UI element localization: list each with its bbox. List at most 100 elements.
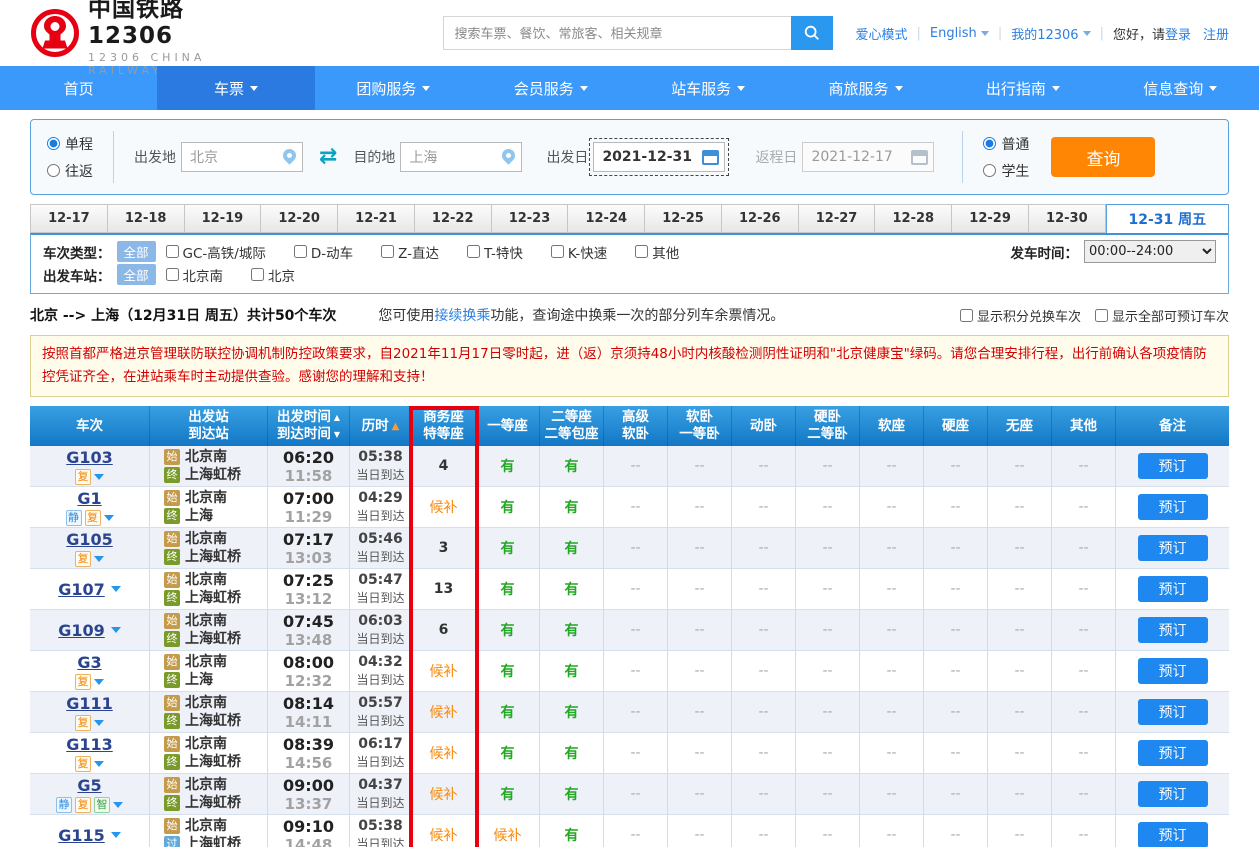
expand-caret-icon[interactable] [94,556,104,562]
train-row-G115: G115始北京南过上海虹桥09:1014:4805:38当日到达候补候补有---… [30,815,1229,847]
show-all-bookable-checkbox[interactable]: 显示全部可预订车次 [1095,306,1229,325]
book-button[interactable]: 预订 [1138,494,1208,520]
train-code-link[interactable]: G5 [77,776,101,795]
train-code-link[interactable]: G109 [58,621,105,640]
train-code-link[interactable]: G107 [58,580,105,599]
depart-date-input[interactable]: 2021-12-31 [593,142,725,172]
date-tab-12-19[interactable]: 12-19 [185,204,262,233]
filter-checkbox-Z-直达[interactable]: Z-直达 [381,242,439,262]
station-name: 上海虹桥 [185,630,241,648]
nav-item-商旅服务[interactable]: 商旅服务 [787,66,944,110]
to-input[interactable]: 上海 [400,142,522,172]
book-button[interactable]: 预订 [1138,740,1208,766]
seat-availability-cell: -- [604,487,668,527]
nav-item-首页[interactable]: 首页 [0,66,157,110]
search-button[interactable] [791,16,833,50]
book-button[interactable]: 预订 [1138,699,1208,725]
from-input[interactable]: 北京 [181,142,303,172]
expand-caret-icon[interactable] [104,515,114,521]
arrival-day: 当日到达 [350,589,411,606]
nav-item-会员服务[interactable]: 会员服务 [472,66,629,110]
swap-stations-icon[interactable]: ⇄ [319,146,337,168]
date-tab-12-21[interactable]: 12-21 [338,204,415,233]
all-types-badge[interactable]: 全部 [117,241,156,262]
filter-checkbox-北京[interactable]: 北京 [251,265,295,285]
train-code-link[interactable]: G115 [58,826,105,845]
depart-time-select[interactable]: 00:00--24:00 [1084,240,1216,263]
nav-item-信息查询[interactable]: 信息查询 [1102,66,1259,110]
train-code-link[interactable]: G111 [66,694,113,713]
book-button[interactable]: 预订 [1138,617,1208,643]
column-header-动卧: 动卧 [732,406,796,446]
date-tab-12-30[interactable]: 12-30 [1029,204,1106,233]
filter-checkbox-K-快速[interactable]: K-快速 [551,242,607,262]
expand-caret-icon[interactable] [94,761,104,767]
date-tab-12-29[interactable]: 12-29 [952,204,1029,233]
filter-checkbox-其他[interactable]: 其他 [635,242,679,262]
filter-checkbox-GC-高铁/城际[interactable]: GC-高铁/城际 [166,242,266,262]
date-tab-12-24[interactable]: 12-24 [568,204,645,233]
expand-caret-icon[interactable] [94,679,104,685]
seat-availability-cell: -- [668,774,732,814]
date-tab-12-18[interactable]: 12-18 [108,204,185,233]
book-button[interactable]: 预订 [1138,658,1208,684]
seat-availability-cell: -- [924,774,988,814]
search-input[interactable] [443,16,791,50]
station-tag-始: 始 [164,449,180,465]
expand-caret-icon[interactable] [111,832,121,838]
return-date-field: 返程日 2021-12-17 [755,142,934,172]
nav-item-出行指南[interactable]: 出行指南 [944,66,1101,110]
show-points-checkbox[interactable]: 显示积分兑换车次 [960,306,1081,325]
date-tab-12-26[interactable]: 12-26 [722,204,799,233]
seat-availability-cell: -- [860,733,924,773]
train-code-link[interactable]: G105 [66,530,113,549]
filter-checkbox-D-动车[interactable]: D-动车 [294,242,353,262]
location-pin-icon [280,146,298,164]
book-button[interactable]: 预订 [1138,822,1208,847]
column-header-历时[interactable]: 历时▲ [350,406,412,446]
date-tab-12-25[interactable]: 12-25 [645,204,722,233]
nav-item-站车服务[interactable]: 站车服务 [630,66,787,110]
train-code-link[interactable]: G103 [66,448,113,467]
date-tab-12-17[interactable]: 12-17 [30,204,108,233]
train-code-link[interactable]: G1 [77,489,101,508]
filter-checkbox-北京南[interactable]: 北京南 [166,265,224,285]
radio-oneway[interactable]: 单程 [47,134,93,154]
expand-caret-icon[interactable] [94,720,104,726]
english-link[interactable]: English [930,26,977,41]
date-tab-12-27[interactable]: 12-27 [799,204,876,233]
train-code-link[interactable]: G113 [66,735,113,754]
column-header-出发时间[interactable]: 出发时间▲到达时间▼ [268,406,350,446]
all-stations-badge[interactable]: 全部 [117,264,156,285]
date-tab-active[interactable]: 12-31 周五 [1106,204,1229,233]
date-tab-12-20[interactable]: 12-20 [261,204,338,233]
radio-normal[interactable]: 普通 [983,134,1029,154]
expand-caret-icon[interactable] [111,627,121,633]
date-tab-12-28[interactable]: 12-28 [875,204,952,233]
login-link[interactable]: 登录 [1165,24,1191,43]
book-button[interactable]: 预订 [1138,781,1208,807]
book-button[interactable]: 预订 [1138,535,1208,561]
seat-availability-cell: -- [1052,446,1116,486]
query-submit-button[interactable]: 查询 [1051,137,1155,177]
expand-caret-icon[interactable] [111,586,121,592]
my12306-link[interactable]: 我的12306 [1011,24,1078,43]
seat-availability-cell: -- [924,733,988,773]
nav-item-车票[interactable]: 车票 [157,66,314,110]
book-button[interactable]: 预订 [1138,453,1208,479]
radio-roundtrip[interactable]: 往返 [47,161,93,181]
nav-item-团购服务[interactable]: 团购服务 [315,66,472,110]
train-row-G113: G113复始北京南终上海虹桥08:3914:5606:17当日到达候补有有---… [30,733,1229,774]
expand-caret-icon[interactable] [113,802,123,808]
register-link[interactable]: 注册 [1203,24,1229,43]
book-button[interactable]: 预订 [1138,576,1208,602]
filter-checkbox-T-特快[interactable]: T-特快 [467,242,523,262]
date-tab-12-23[interactable]: 12-23 [492,204,569,233]
train-code-link[interactable]: G3 [77,653,101,672]
transfer-link[interactable]: 接续换乘 [434,308,490,324]
radio-student[interactable]: 学生 [983,161,1029,181]
seat-availability-cell: -- [668,528,732,568]
date-tab-12-22[interactable]: 12-22 [415,204,492,233]
love-mode-link[interactable]: 爱心模式 [855,24,907,43]
expand-caret-icon[interactable] [94,474,104,480]
